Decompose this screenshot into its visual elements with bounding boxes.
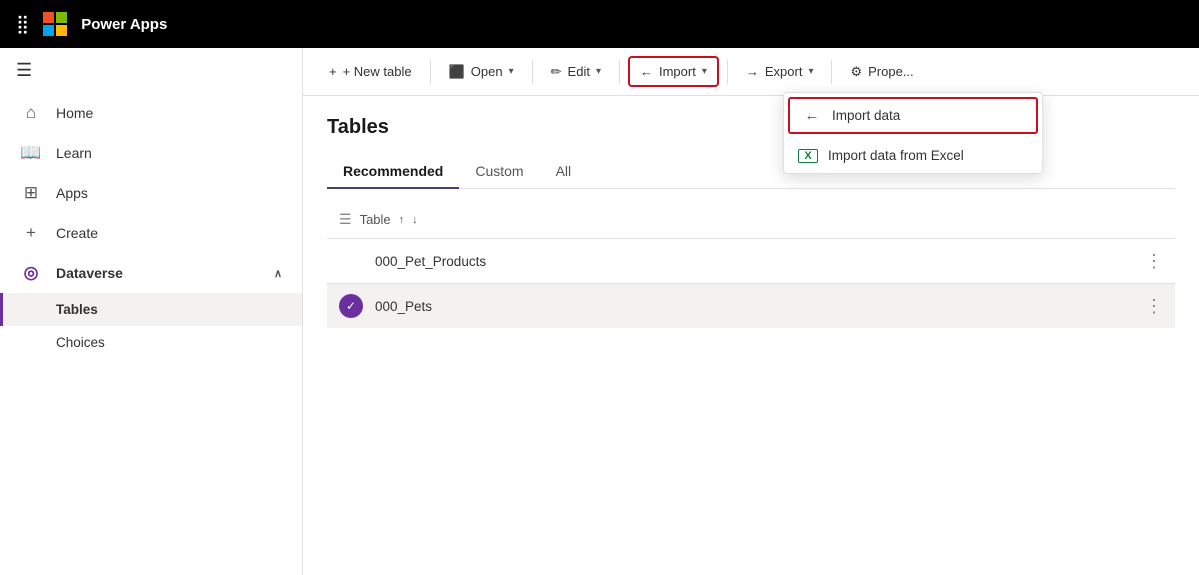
sidebar-item-dataverse[interactable]: ◎ Dataverse ∧ — [0, 253, 302, 293]
table-row[interactable]: 000_Pet_Products ⋮ — [327, 238, 1175, 283]
sort-asc-icon[interactable]: ↑ — [399, 214, 405, 226]
sidebar-tables-label: Tables — [56, 302, 98, 317]
dropdown-item-import-data[interactable]: ← Import data — [788, 97, 1038, 134]
tab-all-label: All — [556, 163, 572, 179]
import-data-icon: ← — [802, 107, 822, 124]
app-layout: ☰ ⌂ Home 📖 Learn ⊞ Apps + Create ◎ Datav… — [0, 48, 1199, 575]
topbar: ⣿ Power Apps — [0, 0, 1199, 48]
tab-recommended[interactable]: Recommended — [327, 155, 459, 189]
open-icon: ⬛ — [449, 64, 465, 80]
table-row[interactable]: ✓ 000_Pets ⋮ — [327, 283, 1175, 328]
open-button[interactable]: ⬛ Open ▾ — [439, 58, 524, 86]
import-excel-label: Import data from Excel — [828, 148, 964, 163]
edit-button[interactable]: ✏ Edit ▾ — [541, 58, 611, 86]
hamburger-icon: ☰ — [16, 60, 32, 80]
import-caret-icon: ▾ — [702, 66, 707, 77]
export-icon: → — [746, 64, 759, 79]
page-title: Tables — [327, 116, 1175, 139]
tabs-container: Recommended Custom All — [327, 155, 1175, 189]
import-label: Import — [659, 64, 696, 79]
sidebar-item-create[interactable]: + Create — [0, 213, 302, 253]
sidebar-item-tables[interactable]: Tables — [0, 293, 302, 326]
open-label: Open — [471, 64, 503, 79]
main-content: + + New table ⬛ Open ▾ ✏ Edit ▾ ← Import… — [303, 48, 1199, 575]
sort-desc-icon[interactable]: ↓ — [412, 214, 418, 226]
app-title: Power Apps — [81, 16, 167, 33]
tab-custom[interactable]: Custom — [459, 155, 539, 189]
properties-label: Prope... — [868, 64, 914, 79]
sidebar-item-apps-label: Apps — [56, 185, 88, 201]
toolbar: + + New table ⬛ Open ▾ ✏ Edit ▾ ← Import… — [303, 48, 1199, 96]
sidebar-choices-label: Choices — [56, 335, 105, 350]
page-body: Tables Recommended Custom All ☰ Table ↑ … — [303, 96, 1199, 575]
edit-icon: ✏ — [551, 64, 562, 80]
home-icon: ⌂ — [20, 103, 42, 123]
toolbar-divider-1 — [430, 60, 431, 84]
row-2-name: 000_Pets — [375, 299, 1133, 314]
import-dropdown: ← Import data X Import data from Excel — [783, 92, 1043, 174]
list-icon: ☰ — [339, 211, 352, 228]
sidebar-item-learn[interactable]: 📖 Learn — [0, 133, 302, 173]
edit-caret-icon: ▾ — [596, 66, 601, 77]
toolbar-divider-5 — [831, 60, 832, 84]
chevron-up-icon: ∧ — [274, 267, 282, 280]
new-table-label: + New table — [343, 64, 412, 79]
row-check-1 — [339, 249, 363, 273]
learn-icon: 📖 — [20, 143, 42, 163]
sidebar-nav: ⌂ Home 📖 Learn ⊞ Apps + Create ◎ Dataver… — [0, 93, 302, 359]
sidebar-item-dataverse-label: Dataverse — [56, 265, 123, 281]
toolbar-divider-4 — [727, 60, 728, 84]
sidebar-item-home-label: Home — [56, 105, 93, 121]
hamburger-button[interactable]: ☰ — [0, 48, 302, 93]
tab-custom-label: Custom — [475, 163, 523, 179]
sidebar-item-learn-label: Learn — [56, 145, 92, 161]
new-table-button[interactable]: + + New table — [319, 58, 422, 85]
tab-all[interactable]: All — [540, 155, 588, 189]
row-2-menu-icon[interactable]: ⋮ — [1145, 296, 1163, 317]
ms-logo — [43, 12, 67, 36]
table-col-label: Table — [360, 212, 391, 227]
sidebar-item-choices[interactable]: Choices — [0, 326, 302, 359]
row-1-name: 000_Pet_Products — [375, 254, 1133, 269]
create-icon: + — [20, 223, 42, 243]
sidebar-sub-menu: Tables Choices — [0, 293, 302, 359]
toolbar-divider-3 — [619, 60, 620, 84]
export-button[interactable]: → Export ▾ — [736, 58, 824, 85]
sidebar-item-home[interactable]: ⌂ Home — [0, 93, 302, 133]
export-caret-icon: ▾ — [808, 66, 813, 77]
properties-icon: ⚙ — [850, 64, 862, 80]
import-data-label: Import data — [832, 108, 900, 123]
edit-label: Edit — [568, 64, 590, 79]
properties-button[interactable]: ⚙ Prope... — [840, 58, 923, 86]
new-table-icon: + — [329, 64, 337, 79]
export-label: Export — [765, 64, 803, 79]
toolbar-divider-2 — [532, 60, 533, 84]
apps-icon: ⊞ — [20, 183, 42, 203]
table-col-header: ☰ Table ↑ ↓ — [327, 205, 1175, 234]
import-icon: ← — [640, 64, 653, 79]
dataverse-icon: ◎ — [20, 263, 42, 283]
row-check-2: ✓ — [339, 294, 363, 318]
sidebar-item-apps[interactable]: ⊞ Apps — [0, 173, 302, 213]
row-1-menu-icon[interactable]: ⋮ — [1145, 251, 1163, 272]
waffle-icon[interactable]: ⣿ — [12, 10, 33, 39]
open-caret-icon: ▾ — [509, 66, 514, 77]
sidebar: ☰ ⌂ Home 📖 Learn ⊞ Apps + Create ◎ Datav… — [0, 48, 303, 575]
tab-recommended-label: Recommended — [343, 163, 443, 179]
sidebar-item-create-label: Create — [56, 225, 98, 241]
dropdown-item-import-excel[interactable]: X Import data from Excel — [784, 138, 1042, 173]
excel-icon: X — [798, 149, 818, 163]
import-button[interactable]: ← Import ▾ — [628, 56, 719, 87]
